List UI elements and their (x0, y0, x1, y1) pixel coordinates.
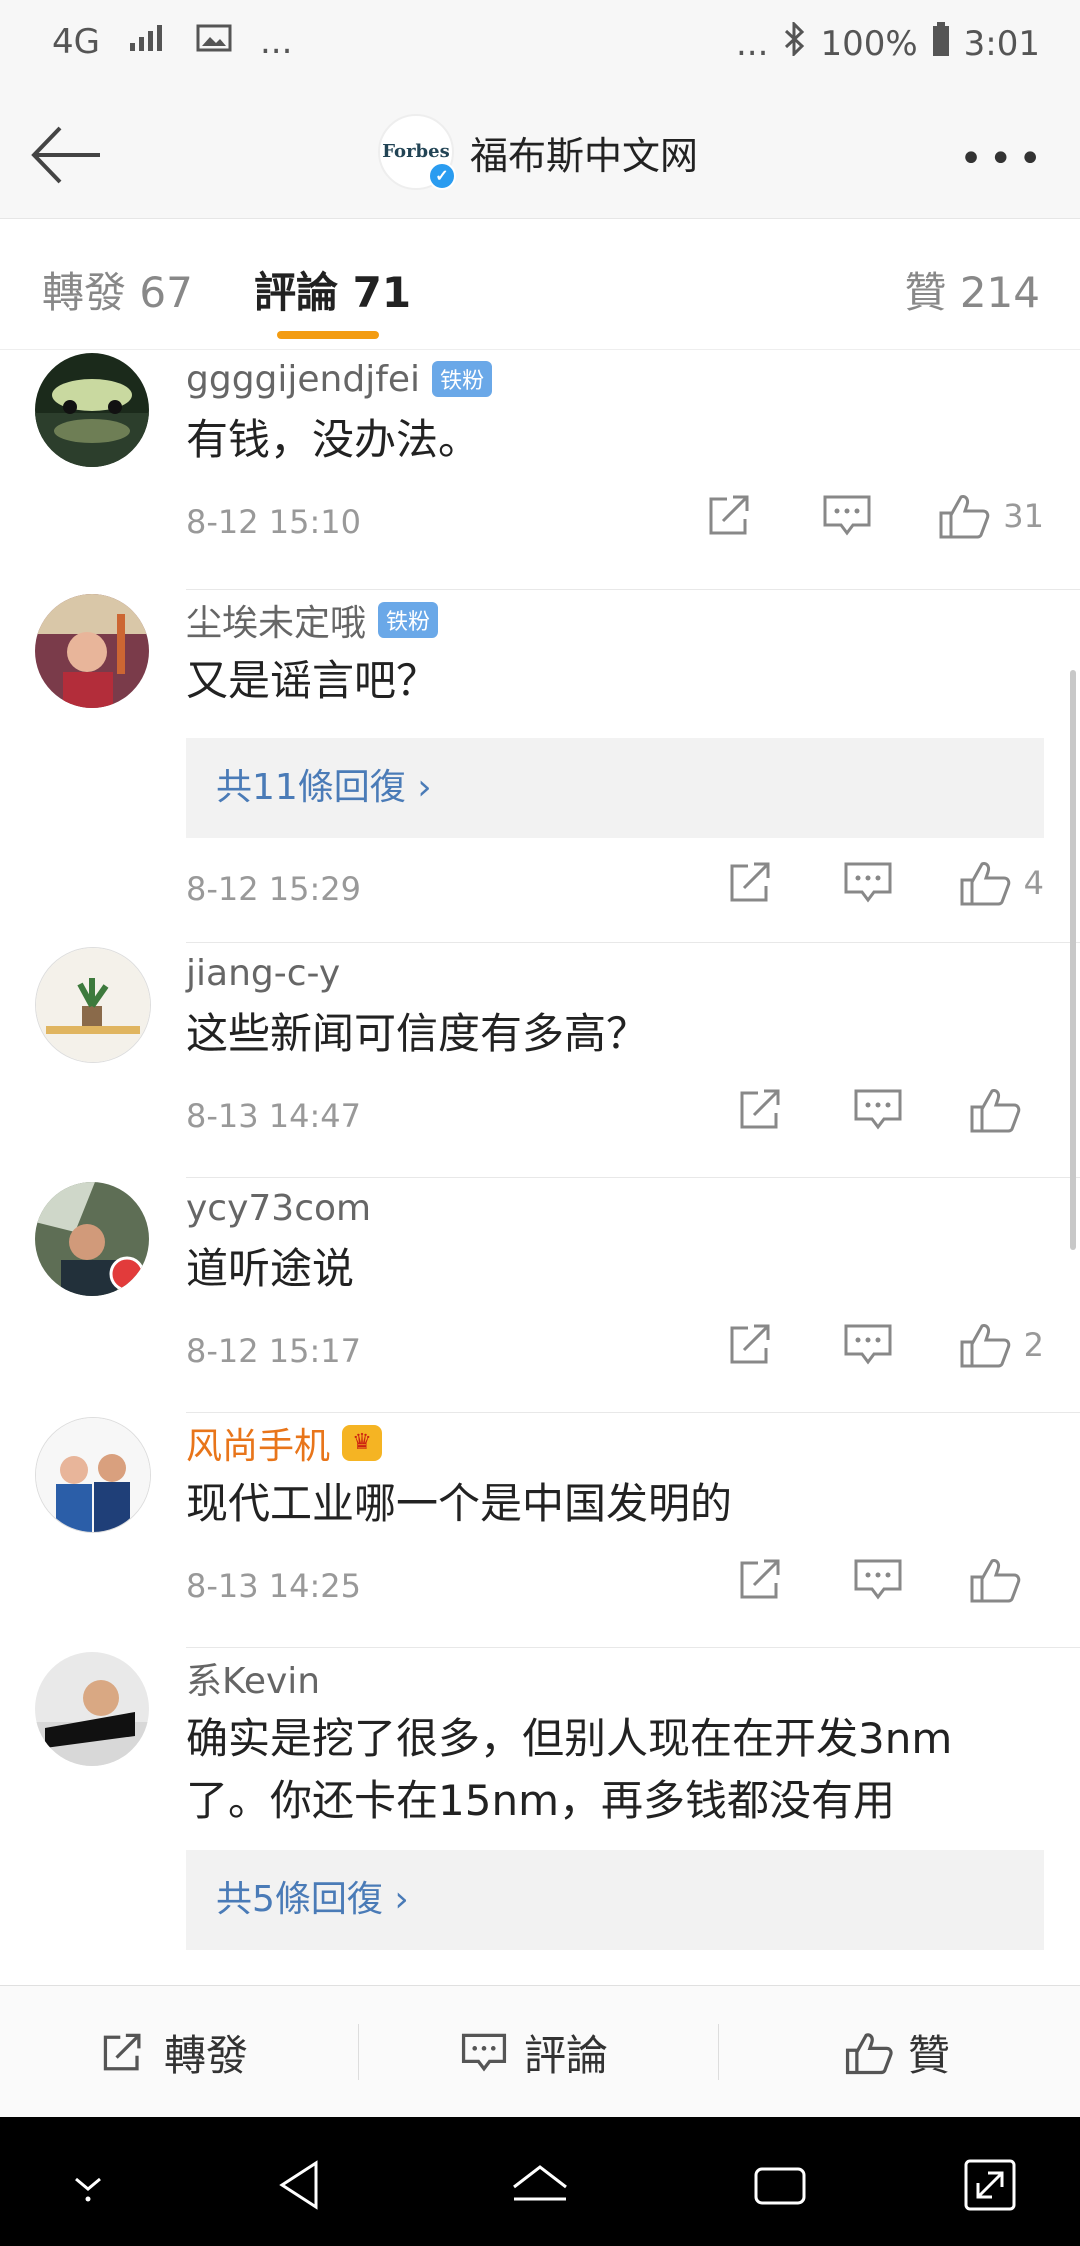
avatar[interactable] (35, 1652, 149, 1766)
back-button[interactable] (28, 120, 108, 190)
status-dots-right: ... (736, 23, 769, 64)
comment-list: ggggijendjfei 铁粉 有钱，没办法。 8-12 15:10 31 尘… (0, 349, 1080, 1950)
reply-icon[interactable] (840, 858, 896, 908)
comment-item: ycy73com 道听途说 8-12 15:17 2 (35, 1178, 1080, 1413)
like-button[interactable]: 贊 (842, 2022, 950, 2083)
username[interactable]: 系Kevin (186, 1652, 320, 1704)
share-icon[interactable] (734, 1085, 790, 1135)
comment-time: 8-13 14:25 (186, 1567, 362, 1605)
comment-text: 道听途说 (186, 1244, 355, 1293)
comment-text: 有钱，没办法。 (186, 415, 481, 464)
forbes-logo: Forbes ✓ (378, 114, 456, 190)
status-bar: 4G ... ... 100% 3:01 (0, 0, 1080, 90)
bluetooth-icon (782, 20, 806, 65)
like-count: 4 (1023, 864, 1044, 902)
username[interactable]: ycy73com (186, 1188, 371, 1229)
reply-icon[interactable] (819, 491, 875, 541)
comment-item: 尘埃未定哦 铁粉 又是谣言吧？ 共11條回復 › 8-12 15:29 4 (35, 590, 1080, 943)
comment-icon (461, 2033, 507, 2071)
back-arrow-icon (31, 126, 100, 184)
comment-text: 现代工业哪一个是中国发明的 (186, 1479, 733, 1528)
like-label: 贊 (908, 2031, 951, 2080)
verified-icon: ✓ (428, 162, 456, 190)
view-replies-link[interactable]: 共11條回復 › (186, 738, 1044, 838)
comment-text: 确实是挖了很多，但别人现在在开发3nm了。你还卡在15nm，再多钱都没有用 (186, 1714, 953, 1825)
username[interactable]: jiang-c-y (186, 953, 340, 994)
comment-item: ggggijendjfei 铁粉 有钱，没办法。 8-12 15:10 31 (35, 349, 1080, 590)
reply-icon[interactable] (850, 1085, 906, 1135)
account-name: 福布斯中文网 (470, 133, 699, 178)
battery-icon (932, 22, 950, 65)
share-icon[interactable] (724, 858, 780, 908)
signal-icon (128, 22, 168, 62)
avatar[interactable] (35, 353, 149, 467)
tab-likes[interactable]: 贊 214 (904, 259, 1040, 320)
reply-icon[interactable] (840, 1320, 896, 1370)
username[interactable]: 风尚手机 (186, 1417, 330, 1469)
hide-keyboard-icon[interactable] (58, 2155, 118, 2215)
comment-text: 又是谣言吧？ (186, 656, 439, 705)
view-replies-link[interactable]: 共5條回復 › (186, 1850, 1044, 1950)
tabs: 轉發 67 評論 71 贊 214 (0, 219, 1080, 350)
username[interactable]: 尘埃未定哦 (186, 594, 366, 646)
bottom-action-bar: 轉發 評論 贊 (0, 1985, 1080, 2118)
back-nav-icon[interactable] (272, 2155, 332, 2215)
account-header[interactable]: Forbes ✓ 福布斯中文网 (378, 114, 698, 190)
comment-time: 8-13 14:47 (186, 1097, 362, 1135)
network-type: 4G (52, 22, 100, 62)
active-tab-indicator (277, 331, 379, 339)
username[interactable]: ggggijendjfei (186, 359, 420, 400)
comment-item: 系Kevin 确实是挖了很多，但别人现在在开发3nm了。你还卡在15nm，再多钱… (35, 1648, 1080, 1950)
share-icon[interactable] (734, 1555, 790, 1605)
avatar[interactable] (35, 1417, 151, 1533)
divider (718, 2024, 719, 2080)
comment-item: 风尚手机 ♛ 现代工业哪一个是中国发明的 8-13 14:25 (35, 1413, 1080, 1648)
like-icon[interactable] (956, 858, 1012, 908)
avatar[interactable] (35, 594, 149, 708)
tab-comments[interactable]: 評論 71 (254, 259, 411, 320)
top-nav-bar: Forbes ✓ 福布斯中文网 ••• (0, 90, 1080, 219)
scrollbar[interactable] (1070, 670, 1076, 1250)
status-dots-left: ... (259, 22, 293, 62)
system-nav-bar (0, 2117, 1080, 2246)
crown-badge-icon: ♛ (342, 1425, 383, 1461)
comment-text: 这些新闻可信度有多高？ (186, 1009, 649, 1058)
comment-time: 8-12 15:29 (186, 870, 362, 908)
comment-label: 評論 (524, 2031, 609, 2080)
comment-item: jiang-c-y 这些新闻可信度有多高？ 8-13 14:47 (35, 943, 1080, 1178)
like-icon (845, 2032, 893, 2074)
share-icon[interactable] (703, 491, 759, 541)
comment-button[interactable]: 評論 (458, 2022, 608, 2083)
avatar[interactable] (35, 947, 151, 1063)
recents-icon[interactable] (750, 2155, 810, 2215)
tab-repost[interactable]: 轉發 67 (42, 259, 193, 320)
like-icon[interactable] (956, 1320, 1012, 1370)
image-icon (196, 22, 232, 62)
more-options-button[interactable]: ••• (959, 136, 1048, 182)
clock: 3:01 (963, 23, 1040, 64)
rotate-icon[interactable] (960, 2155, 1020, 2215)
fan-badge: 铁粉 (378, 602, 439, 638)
fan-badge: 铁粉 (432, 361, 493, 397)
comment-time: 8-12 15:10 (186, 503, 362, 541)
divider (358, 2024, 359, 2080)
share-icon (103, 2033, 141, 2070)
like-icon[interactable] (966, 1555, 1022, 1605)
like-count: 2 (1023, 1326, 1044, 1364)
avatar[interactable] (35, 1182, 149, 1296)
repost-label: 轉發 (164, 2031, 249, 2080)
share-icon[interactable] (724, 1320, 780, 1370)
home-icon[interactable] (510, 2155, 570, 2215)
repost-button[interactable]: 轉發 (98, 2022, 248, 2083)
like-count: 31 (1003, 497, 1044, 535)
comment-time: 8-12 15:17 (186, 1332, 362, 1370)
reply-icon[interactable] (850, 1555, 906, 1605)
battery-percent: 100% (820, 23, 918, 64)
like-icon[interactable] (935, 491, 991, 541)
like-icon[interactable] (966, 1085, 1022, 1135)
